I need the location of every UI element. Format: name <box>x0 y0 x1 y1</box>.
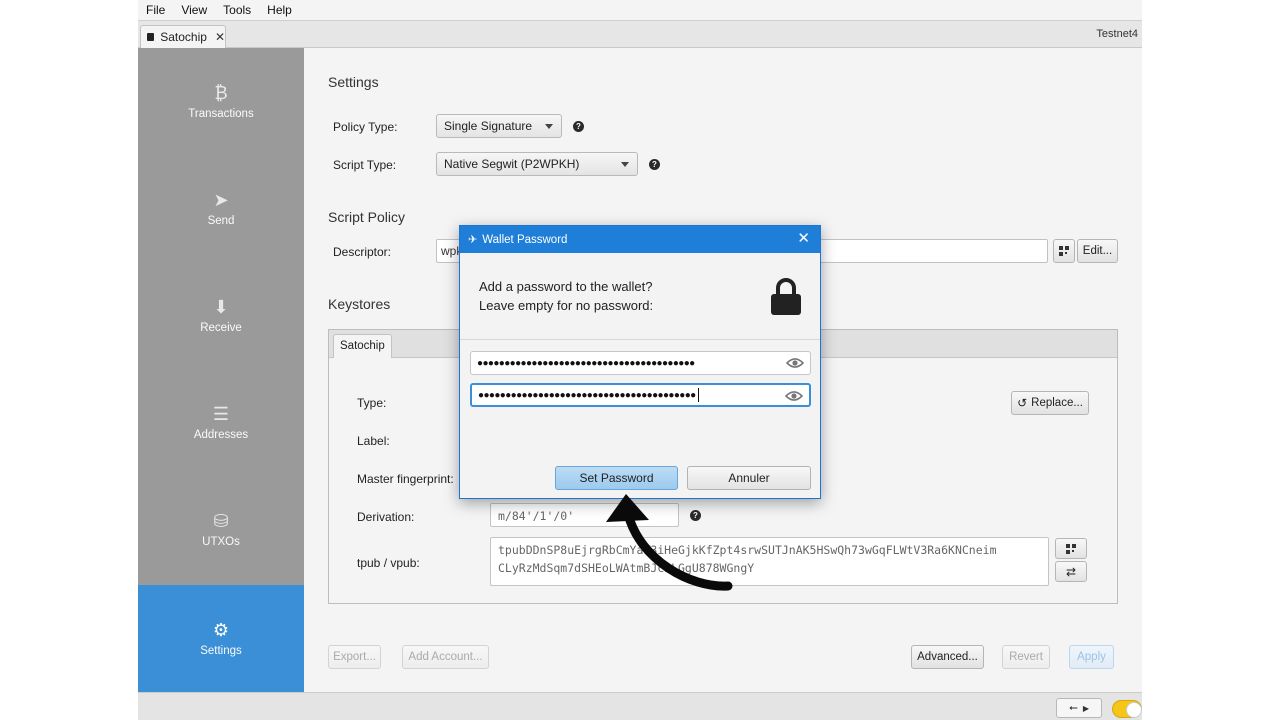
wallet-icon <box>147 33 155 41</box>
password-mask: ●●●●●●●●●●●●●●●●●●●●●●●●●●●●●●●●●●●●●●●● <box>477 357 695 369</box>
script-type-label: Script Type: <box>333 158 397 172</box>
sidebar-item-receive[interactable]: ⬇ Receive <box>138 262 304 369</box>
menu-bar: File View Tools Help <box>138 0 1142 20</box>
text-caret <box>697 388 699 402</box>
replace-button[interactable]: ↺ Replace... <box>1011 391 1089 415</box>
sidebar: ₿ Transactions ➤ Send ⬇ Receive ☰ Addres… <box>138 48 304 692</box>
add-account-button[interactable]: Add Account... <box>402 645 489 669</box>
sidebar-item-addresses[interactable]: ☰ Addresses <box>138 369 304 476</box>
dialog-prompt-line-1: Add a password to the wallet? <box>479 279 653 294</box>
wallet-tab-label: Satochip <box>160 30 207 44</box>
swap-format-button[interactable]: ⇄ <box>1055 561 1087 582</box>
sidebar-item-label: Settings <box>200 644 242 657</box>
export-button[interactable]: Export... <box>328 645 381 669</box>
set-password-button[interactable]: Set Password <box>555 466 678 490</box>
close-tab-icon[interactable]: ✕ <box>215 30 225 44</box>
close-icon[interactable]: ✕ <box>797 231 810 247</box>
chevron-down-icon <box>621 162 629 167</box>
qr-code-icon <box>1066 543 1076 554</box>
paper-plane-icon: ➤ <box>213 189 229 210</box>
password-field[interactable]: ●●●●●●●●●●●●●●●●●●●●●●●●●●●●●●●●●●●●●●●● <box>470 351 811 375</box>
wallet-tab-bar: Satochip ✕ Testnet4 <box>138 20 1142 48</box>
menu-help[interactable]: Help <box>259 0 300 20</box>
xpub-label: tpub / vpub: <box>357 556 420 570</box>
menu-view[interactable]: View <box>173 0 215 20</box>
confirm-password-field[interactable]: ●●●●●●●●●●●●●●●●●●●●●●●●●●●●●●●●●●●●●●●● <box>470 383 811 407</box>
coins-icon: ⛁ <box>213 510 229 531</box>
policy-type-select[interactable]: Single Signature <box>436 114 562 138</box>
fingerprint-label: Master fingerprint: <box>357 472 454 486</box>
qr-code-button[interactable] <box>1055 538 1087 559</box>
descriptor-label: Descriptor: <box>333 245 392 259</box>
sidebar-item-settings[interactable]: ⚙ Settings <box>138 585 304 692</box>
derivation-field[interactable]: m/84'/1'/0' <box>490 503 679 527</box>
usb-device-button[interactable]: ⭠ ▶ <box>1056 698 1102 718</box>
replace-label: Replace... <box>1031 397 1083 409</box>
script-policy-title: Script Policy <box>328 209 406 225</box>
edit-descriptor-button[interactable]: Edit... <box>1077 239 1118 263</box>
dialog-title: Wallet Password <box>482 233 568 246</box>
sidebar-item-utxos[interactable]: ⛁ UTXOs <box>138 476 304 583</box>
bitcoin-icon: ₿ <box>214 82 228 103</box>
help-icon[interactable]: ? <box>690 510 701 521</box>
type-label: Type: <box>357 396 387 410</box>
undo-icon: ↺ <box>1017 396 1028 410</box>
script-type-value: Native Segwit (P2WPKH) <box>444 157 580 171</box>
list-icon: ☰ <box>212 403 230 424</box>
swap-icon: ⇄ <box>1065 564 1077 579</box>
dialog-header: Add a password to the wallet? Leave empt… <box>460 253 820 340</box>
settings-title: Settings <box>328 74 379 90</box>
advanced-button[interactable]: Advanced... <box>911 645 984 669</box>
menu-file[interactable]: File <box>138 0 173 20</box>
online-toggle[interactable] <box>1112 700 1142 718</box>
apply-button[interactable]: Apply <box>1069 645 1114 669</box>
gear-icon: ⚙ <box>212 619 230 640</box>
label-label: Label: <box>357 434 390 448</box>
network-label: Testnet4 <box>1096 28 1138 40</box>
sidebar-item-label: Send <box>207 214 235 227</box>
sidebar-item-send[interactable]: ➤ Send <box>138 155 304 262</box>
xpub-field[interactable]: tpubDDnSP8uEjrgRbCmYaW3iHeGjkKfZpt4srwSU… <box>490 537 1049 586</box>
lock-icon <box>771 278 801 315</box>
script-type-select[interactable]: Native Segwit (P2WPKH) <box>436 152 638 176</box>
xpub-line-2: CLyRzMdSqm7dSHEoLWAtmBJcnLGgU878WGngY <box>498 561 755 575</box>
sidebar-item-label: UTXOs <box>202 535 240 548</box>
help-icon[interactable]: ? <box>649 159 660 170</box>
qr-code-button[interactable] <box>1053 239 1075 263</box>
policy-type-value: Single Signature <box>444 119 533 133</box>
dialog-prompt-line-2: Leave empty for no password: <box>479 298 654 313</box>
sidebar-item-label: Transactions <box>188 107 254 120</box>
chevron-right-icon: ▶ <box>1082 703 1089 713</box>
xpub-line-1: tpubDDnSP8uEjrgRbCmYaW3iHeGjkKfZpt4srwSU… <box>498 543 997 557</box>
sidebar-item-label: Receive <box>200 321 242 334</box>
revert-button[interactable]: Revert <box>1002 645 1050 669</box>
eye-icon[interactable] <box>785 390 803 402</box>
status-bar: ⭠ ▶ <box>138 692 1142 720</box>
policy-type-label: Policy Type: <box>333 120 398 134</box>
derivation-label: Derivation: <box>357 510 415 524</box>
keystore-tab[interactable]: Satochip <box>333 334 392 358</box>
chevron-down-icon <box>545 124 553 129</box>
wallet-tab[interactable]: Satochip ✕ <box>140 25 226 48</box>
sidebar-item-transactions[interactable]: ₿ Transactions <box>138 48 304 155</box>
usb-icon: ⭠ <box>1069 701 1078 714</box>
sparrow-logo-icon: ✈ <box>468 234 478 246</box>
qr-code-icon <box>1059 246 1069 256</box>
help-icon[interactable]: ? <box>573 121 584 132</box>
menu-tools[interactable]: Tools <box>215 0 259 20</box>
arrow-down-icon: ⬇ <box>213 296 229 317</box>
sidebar-item-label: Addresses <box>193 428 249 441</box>
cancel-button[interactable]: Annuler <box>687 466 811 490</box>
keystores-title: Keystores <box>328 296 391 312</box>
eye-icon[interactable] <box>786 357 804 369</box>
wallet-password-dialog: ✈ Wallet Password ✕ Add a password to th… <box>459 225 821 499</box>
confirm-password-mask: ●●●●●●●●●●●●●●●●●●●●●●●●●●●●●●●●●●●●●●●● <box>478 389 696 401</box>
dialog-title-bar: ✈ Wallet Password ✕ <box>460 226 820 253</box>
